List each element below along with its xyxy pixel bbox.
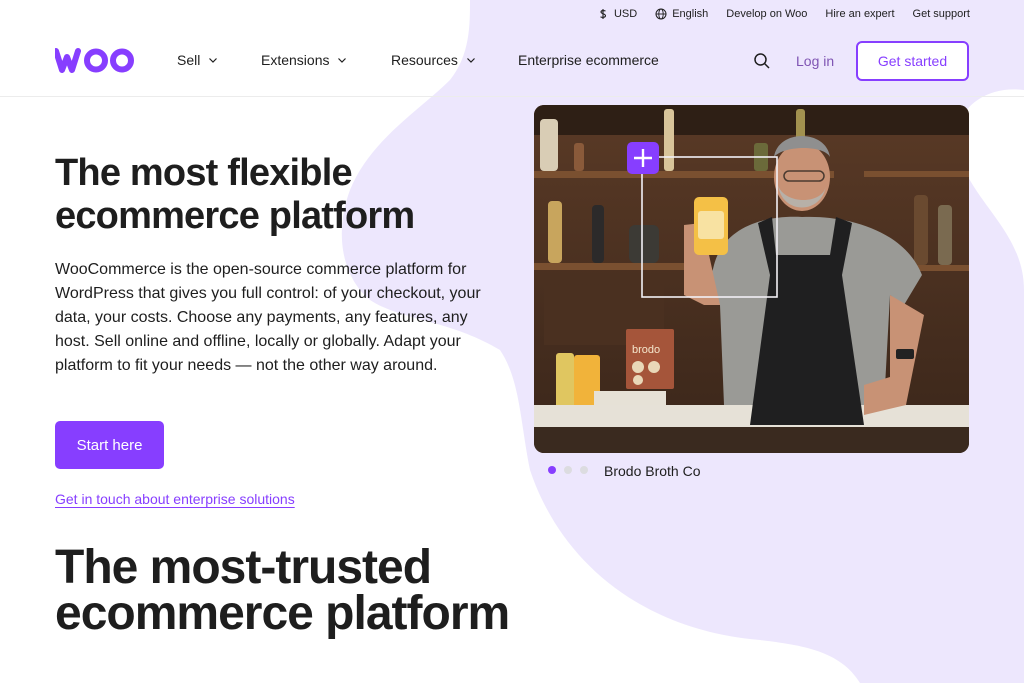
carousel-caption: Brodo Broth Co	[604, 463, 701, 479]
nav-item-label: Sell	[177, 52, 201, 68]
store-owner-photo: brodo	[534, 105, 969, 453]
hero-title: The most flexible ecommerce platform	[55, 152, 495, 238]
get-started-button[interactable]: Get started	[856, 41, 969, 81]
login-link[interactable]: Log in	[796, 53, 834, 69]
main-nav: Sell Extensions Resources Enterprise eco…	[0, 28, 1024, 97]
utility-bar: USD English Develop on Woo Hire an exper…	[597, 6, 970, 22]
enterprise-contact-link[interactable]: Get in touch about enterprise solutions	[55, 491, 295, 507]
trusted-title-line2: ecommerce platform	[55, 587, 510, 640]
nav-item-enterprise[interactable]: Enterprise ecommerce	[518, 52, 659, 68]
dollar-icon	[600, 9, 607, 19]
carousel-dot-2[interactable]	[564, 466, 572, 474]
globe-icon	[655, 8, 667, 20]
product-brand-text: brodo	[632, 344, 660, 356]
nav-item-label: Extensions	[261, 52, 330, 68]
search-icon[interactable]	[753, 52, 771, 70]
chevron-down-icon	[209, 58, 218, 63]
carousel-dot-1[interactable]	[548, 466, 556, 474]
carousel-dot-3[interactable]	[580, 466, 588, 474]
hero-title-line2: ecommerce platform	[55, 195, 415, 237]
nav-item-label: Resources	[391, 52, 458, 68]
hero-image: brodo	[534, 105, 969, 453]
language-label: English	[672, 8, 709, 20]
currency-selector[interactable]: USD	[597, 8, 637, 20]
chevron-down-icon	[338, 58, 347, 63]
support-link[interactable]: Get support	[913, 8, 970, 20]
start-here-button[interactable]: Start here	[55, 421, 164, 469]
trusted-section-title: The most-trusted ecommerce platform	[55, 544, 575, 640]
hero-title-line1: The most flexible	[55, 152, 353, 194]
nav-item-label: Enterprise ecommerce	[518, 52, 659, 68]
nav-item-extensions[interactable]: Extensions	[261, 52, 347, 68]
woo-logo[interactable]	[55, 45, 137, 75]
chevron-down-icon	[466, 58, 475, 63]
hire-expert-link[interactable]: Hire an expert	[825, 8, 894, 20]
hero-description: WooCommerce is the open-source commerce …	[55, 261, 481, 374]
currency-label: USD	[613, 8, 638, 20]
nav-item-resources[interactable]: Resources	[391, 52, 476, 68]
develop-link[interactable]: Develop on Woo	[726, 8, 807, 20]
language-selector[interactable]: English	[655, 8, 708, 20]
nav-item-sell[interactable]: Sell	[177, 52, 218, 68]
carousel-dots	[548, 466, 588, 474]
